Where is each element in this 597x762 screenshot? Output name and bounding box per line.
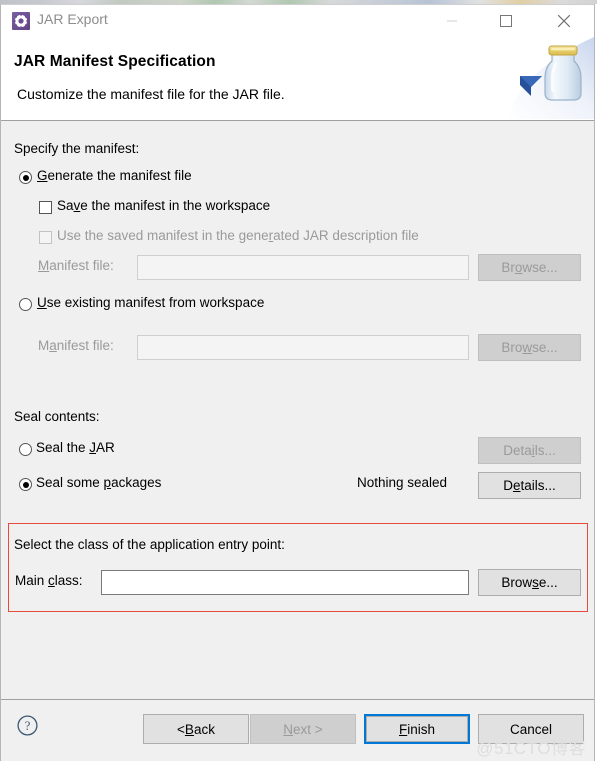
page-subtitle: Customize the manifest file for the JAR … bbox=[17, 86, 285, 102]
main-class-label: Main class: bbox=[15, 573, 83, 588]
label-part-1: D bbox=[503, 478, 513, 493]
label-part-2: se... bbox=[532, 340, 558, 355]
checkbox-use-saved-manifest-label: Use the saved manifest in the generated … bbox=[57, 228, 419, 243]
label-part-2: lass: bbox=[54, 573, 83, 588]
browse-generate-manifest-button: Br o wse... bbox=[478, 254, 581, 281]
watermark: @51CTO博客 bbox=[476, 739, 586, 758]
radio-seal-the-jar-label: Seal the JAR bbox=[36, 440, 115, 455]
seal-packages-details-button[interactable]: De tails... bbox=[478, 472, 581, 499]
title-bar: JAR Export bbox=[1, 5, 594, 37]
existing-manifest-file-input-field bbox=[138, 336, 468, 359]
browse-existing-manifest-button: Bro w se... bbox=[478, 334, 581, 361]
label-part-2: inish bbox=[407, 721, 435, 737]
label-part-2: ls... bbox=[534, 443, 556, 458]
specify-manifest-label: Specify the manifest: bbox=[14, 141, 140, 156]
label-part-1: Bro bbox=[501, 340, 523, 355]
label-part-2: e... bbox=[538, 575, 558, 590]
checkbox-use-saved-manifest bbox=[39, 231, 52, 244]
label-part-2: e the manifest in the workspace bbox=[80, 198, 271, 213]
main-class-input-field[interactable] bbox=[102, 571, 468, 594]
label-part-1: Deta bbox=[503, 443, 532, 458]
existing-manifest-file-input bbox=[137, 335, 469, 360]
label-part-2: wse... bbox=[522, 260, 558, 275]
close-icon[interactable] bbox=[541, 5, 587, 36]
mnemonic-char: a bbox=[49, 338, 57, 353]
window-title: JAR Export bbox=[37, 11, 108, 27]
generate-manifest-file-label: Manifest file: bbox=[38, 258, 114, 273]
mnemonic-char: p bbox=[103, 475, 112, 490]
radio-seal-some-packages-label: Seal some packages bbox=[36, 475, 161, 490]
dialog-body: Specify the manifest: Generate the manif… bbox=[1, 121, 594, 699]
label-part-2: ack bbox=[193, 721, 215, 737]
label-part-1: M bbox=[38, 338, 50, 353]
label-part-2: tails... bbox=[520, 478, 556, 493]
entry-point-label: Select the class of the application entr… bbox=[14, 537, 285, 552]
label-part-1: < bbox=[177, 721, 185, 737]
label-part-1: Main bbox=[15, 573, 49, 588]
label-part-1: Br bbox=[501, 260, 515, 275]
radio-use-existing-manifest[interactable] bbox=[19, 298, 32, 311]
mnemonic-char: F bbox=[398, 721, 408, 737]
mnemonic-char: c bbox=[48, 573, 55, 588]
finish-button[interactable]: Finish bbox=[364, 714, 470, 744]
page-title: JAR Manifest Specification bbox=[14, 53, 216, 70]
svg-text:?: ? bbox=[25, 718, 31, 733]
label-part-2: nifest file: bbox=[56, 338, 114, 353]
label-part-1: Seal the bbox=[36, 440, 90, 455]
seal-status-text: Nothing sealed bbox=[357, 475, 448, 490]
label-part-2: ackages bbox=[111, 475, 162, 490]
generate-manifest-file-input-field bbox=[138, 256, 468, 279]
label-part-2: ated JAR description file bbox=[273, 228, 419, 243]
mnemonic-char: U bbox=[37, 295, 47, 310]
mnemonic-char: G bbox=[37, 168, 48, 183]
label-part-2: AR bbox=[96, 440, 115, 455]
mnemonic-char: N bbox=[283, 721, 294, 737]
existing-manifest-file-label: Manifest file: bbox=[38, 338, 114, 353]
mnemonic-char: M bbox=[38, 258, 50, 273]
next-button: Next > bbox=[250, 714, 356, 744]
seal-jar-details-button: Deta i ls... bbox=[478, 437, 581, 464]
dialog-footer: ? < Back Next > Finish Cancel @51CTO博客 bbox=[1, 699, 594, 761]
maximize-icon[interactable] bbox=[483, 5, 529, 36]
seal-contents-label: Seal contents: bbox=[14, 409, 100, 424]
label-part-1: Use the saved manifest in the gene bbox=[57, 228, 269, 243]
label-part-1: Sa bbox=[57, 198, 74, 213]
label-part-2: ext > bbox=[293, 721, 323, 737]
generate-manifest-file-input bbox=[137, 255, 469, 280]
browse-main-class-button[interactable]: Brow s e... bbox=[478, 569, 581, 596]
help-icon[interactable]: ? bbox=[17, 715, 38, 739]
jar-bottle-icon bbox=[502, 37, 594, 119]
label-rest: anifest file: bbox=[49, 258, 114, 273]
label-rest: se existing manifest from workspace bbox=[46, 295, 265, 310]
radio-generate-manifest-label: Generate the manifest file bbox=[37, 168, 192, 183]
mnemonic-char: B bbox=[184, 721, 194, 737]
jar-export-dialog: JAR Export JAR Manifest Specification Cu… bbox=[0, 4, 595, 761]
wizard-header: JAR Manifest Specification Customize the… bbox=[1, 37, 594, 121]
minimize-icon[interactable] bbox=[429, 5, 475, 36]
back-button[interactable]: < Back bbox=[143, 714, 249, 744]
label-part-1: Seal some bbox=[36, 475, 104, 490]
radio-use-existing-manifest-label: Use existing manifest from workspace bbox=[37, 295, 264, 310]
checkbox-save-manifest-workspace[interactable] bbox=[39, 201, 52, 214]
main-class-input[interactable] bbox=[101, 570, 469, 595]
mnemonic-char: s bbox=[532, 575, 539, 590]
radio-seal-the-jar[interactable] bbox=[19, 443, 32, 456]
checkbox-save-manifest-workspace-label: Save the manifest in the workspace bbox=[57, 198, 270, 213]
label-part-1: Brow bbox=[501, 575, 533, 590]
mnemonic-char: e bbox=[512, 478, 521, 493]
radio-generate-manifest[interactable] bbox=[19, 171, 32, 184]
mnemonic-char: w bbox=[522, 340, 533, 355]
radio-seal-some-packages[interactable] bbox=[19, 478, 32, 491]
gear-icon bbox=[12, 12, 30, 30]
label-rest: enerate the manifest file bbox=[47, 168, 192, 183]
